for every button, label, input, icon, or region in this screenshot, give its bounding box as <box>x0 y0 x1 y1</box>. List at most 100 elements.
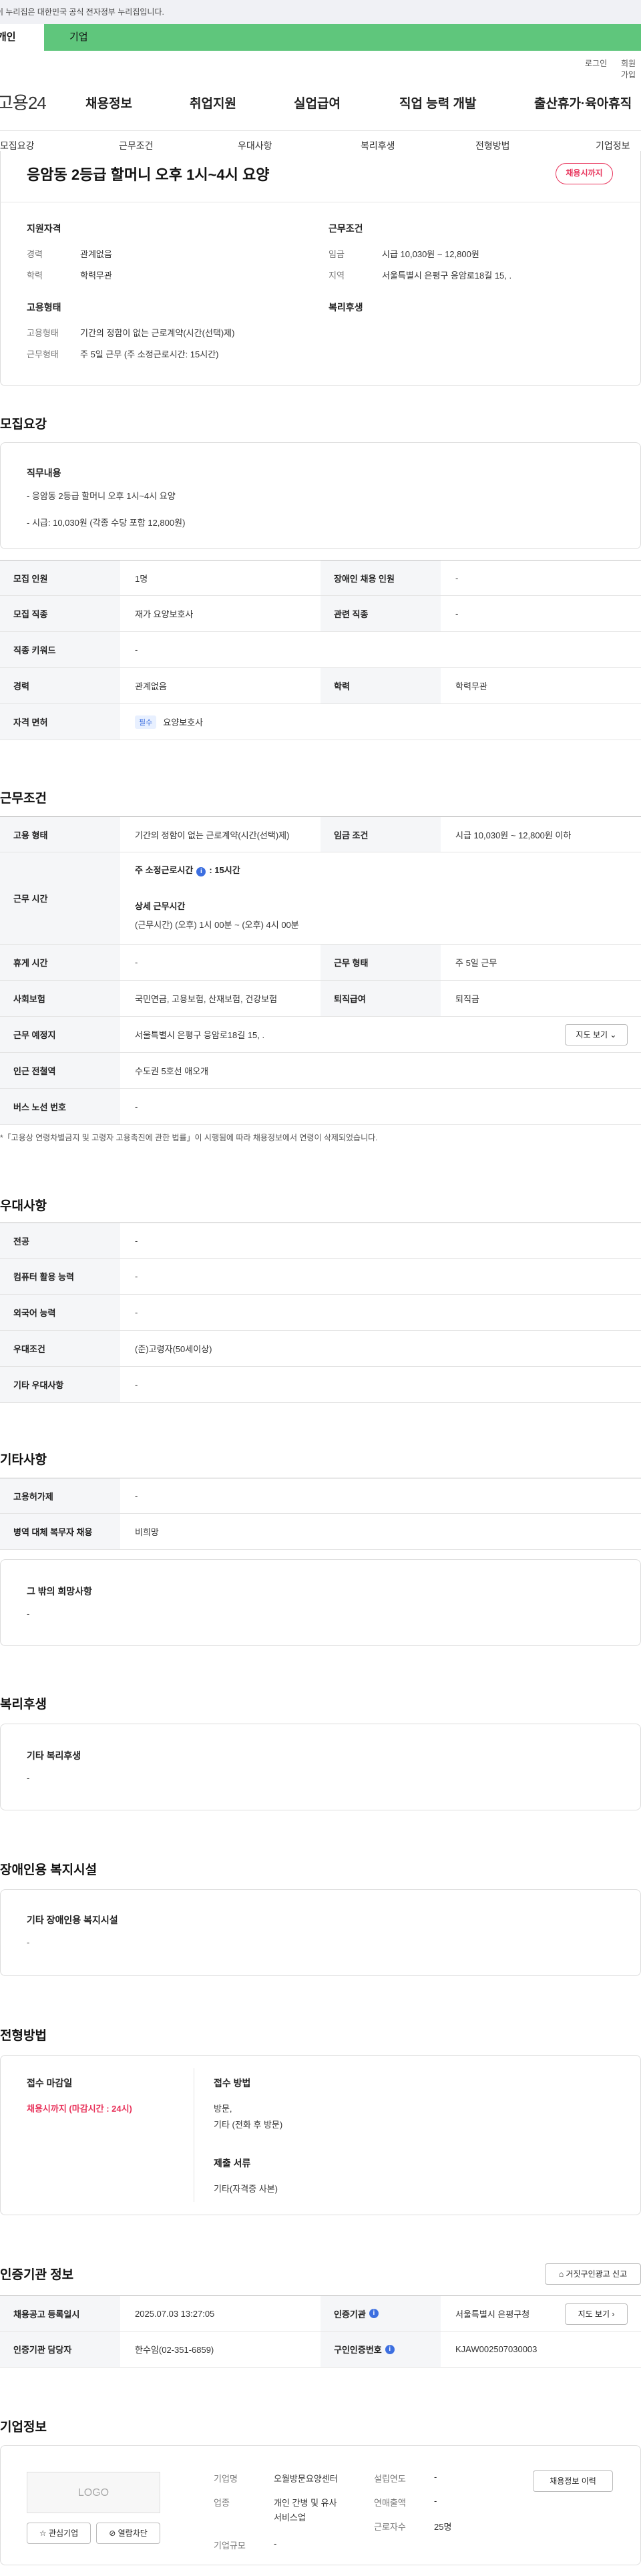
table-header-cell: 우대조건 <box>0 1331 120 1366</box>
join-link[interactable]: 회원가입 <box>621 57 641 80</box>
employment-type-heading: 고용형태 <box>27 302 61 313</box>
deadline-heading: 접수 마감일 <box>27 2078 73 2088</box>
tab-individual[interactable]: 개인 <box>0 24 44 51</box>
process-heading: 전형방법 <box>0 2029 47 2043</box>
table-cell: 1명 <box>135 573 148 584</box>
table-row: 휴게 시간 - 근무 형태 주 5일 근무 <box>0 945 641 981</box>
table-header-cell: 기타 우대사항 <box>0 1367 120 1402</box>
detail-hours-value: (근무시간) (오후) 1시 00분 ~ (오후) 4시 00분 <box>135 920 299 930</box>
etc-heading: 기타사항 <box>0 1453 47 1467</box>
qualification-heading: 지원자격 <box>27 223 61 234</box>
map-button[interactable]: 지도 보기 › <box>565 2303 628 2325</box>
block-icon: ⊘ <box>109 2529 116 2538</box>
table-cell: - <box>135 645 138 655</box>
table-row: 전공 - <box>0 1223 641 1259</box>
gnb-item-employment-support[interactable]: 취업지원 <box>190 94 236 112</box>
table-header-cell: 임금 조건 <box>320 817 441 852</box>
gnb-item-parental-leave[interactable]: 출산휴가·육아휴직 <box>534 94 632 112</box>
table-cell: 서울특별시 은평구청 <box>455 2309 530 2319</box>
table-header-cell: 사회보험 <box>0 981 120 1016</box>
section-nav-recruit[interactable]: 모집요강 <box>0 139 35 152</box>
table-cell: - <box>455 609 459 619</box>
table-row: 고용 형태 기간의 정함이 없는 근로계약(시간(선택)제) 임금 조건 시급 … <box>0 816 641 852</box>
chevron-right-icon: › <box>612 2309 615 2319</box>
info-icon[interactable]: i <box>385 2344 395 2354</box>
block-view-button[interactable]: ⊘ 열람차단 <box>96 2523 160 2544</box>
section-nav-welfare[interactable]: 복리후생 <box>361 139 395 152</box>
disabled-facility-card <box>0 1889 641 1976</box>
duty-line: - 시급: 10,030원 (각종 수당 포함 12,800원) <box>27 518 186 528</box>
recruit-heading: 모집요강 <box>0 418 47 432</box>
gnb-item-unemployment-benefit[interactable]: 실업급여 <box>294 94 341 112</box>
table-row: 경력 관계없음 학력 학력무관 <box>0 668 641 704</box>
established-value: - <box>434 2472 437 2482</box>
gnb-item-jobs[interactable]: 채용정보 <box>85 94 132 112</box>
company-size-label: 기업규모 <box>214 2541 246 2551</box>
company-industry-label: 업종 <box>214 2498 230 2508</box>
table-cell: 학력무관 <box>455 681 487 691</box>
method-value-line1: 방문, <box>214 2104 232 2114</box>
table-row: 버스 노선 번호 - <box>0 1089 641 1125</box>
table-cell: - <box>135 1102 138 1112</box>
table-cell: 국민연금, 고용보험, 산재보험, 건강보험 <box>135 994 278 1004</box>
cond-label-region: 지역 <box>329 271 345 281</box>
disabled-facility-heading: 장애인용 복지시설 <box>0 1863 97 1877</box>
weekly-hours-value: : 15시간 <box>209 865 240 875</box>
table-cell: 서울특별시 은평구 응암로18길 15, . <box>135 1030 265 1040</box>
section-nav-preference[interactable]: 우대사항 <box>238 139 272 152</box>
emp-label-type: 고용형태 <box>27 328 59 338</box>
table-header-cell: 인증기관 i <box>320 2296 441 2331</box>
table-row: 사회보험 국민연금, 고용보험, 산재보험, 건강보험 퇴직급여 퇴직금 <box>0 981 641 1017</box>
section-nav-work[interactable]: 근무조건 <box>119 139 154 152</box>
table-cell: 시급 10,030원 ~ 12,800원 이하 <box>455 830 572 840</box>
info-icon[interactable]: i <box>196 867 206 876</box>
favorite-company-button[interactable]: ☆ 관심기업 <box>27 2523 91 2544</box>
qual-label-education: 학력 <box>27 271 43 281</box>
table-cell: 퇴직금 <box>455 994 479 1004</box>
gnb-item-job-training[interactable]: 직업 능력 개발 <box>399 94 476 112</box>
table-header-cell: 병역 대체 복무자 채용 <box>0 1514 120 1549</box>
info-icon[interactable]: i <box>369 2309 379 2318</box>
cond-value-region: 서울특별시 은평구 응암로18길 15, . <box>382 271 512 281</box>
work-heading: 근무조건 <box>0 792 47 806</box>
welfare-box-heading: 기타 복리후생 <box>27 1750 81 1761</box>
section-nav-company[interactable]: 기업정보 <box>596 139 630 152</box>
map-button-label: 지도 보기 <box>576 1030 608 1039</box>
table-header-cell: 퇴직급여 <box>320 981 441 1016</box>
cert-id-label: 구인인증번호 <box>334 2345 382 2355</box>
table-header-cell: 외국어 능력 <box>0 1295 120 1330</box>
table-row: 근무 시간 주 소정근로시간 i: 15시간 상세 근무시간 (근무시간) (오후… <box>0 852 641 945</box>
login-link[interactable]: 로그인 <box>585 57 607 69</box>
company-name-value: 오월방문요양센터 <box>274 2474 338 2484</box>
table-cell: 2025.07.03 13:27:05 <box>135 2308 215 2319</box>
false-ad-report-button[interactable]: ⌂ 거짓구인광고 신고 <box>545 2263 641 2285</box>
table-row: 우대조건 (준)고령자(50세이상) <box>0 1331 641 1367</box>
established-label: 설립연도 <box>374 2474 406 2484</box>
user-type-tabs: 개인 기업 <box>0 24 641 51</box>
table-cell: - <box>135 957 138 967</box>
emp-value-form: 주 5일 근무 (주 소정근로시간: 15시간) <box>80 349 219 359</box>
cond-label-wage: 임금 <box>329 249 345 259</box>
other-wishes-card <box>0 1559 641 1646</box>
company-logo-placeholder: LOGO <box>27 2472 160 2513</box>
star-icon: ☆ <box>39 2529 47 2538</box>
deadline-value: 채용시까지 (마감시간 : 24시) <box>27 2104 132 2114</box>
table-header-cell: 휴게 시간 <box>0 945 120 980</box>
weekly-hours: 주 소정근로시간 i: 15시간 <box>135 863 240 876</box>
site-logo[interactable]: 고용24 <box>0 90 47 114</box>
welfare-card <box>0 1724 641 1810</box>
table-cell: 비희망 <box>135 1527 159 1537</box>
table-row: 모집 직종 재가 요양보호사 관련 직종 - <box>0 596 641 632</box>
tab-company[interactable]: 기업 <box>69 24 88 51</box>
table-header-cell: 구인인증번호 i <box>320 2331 441 2367</box>
map-button[interactable]: 지도 보기 ⌄ <box>565 1024 628 1045</box>
table-cell: 주 5일 근무 <box>455 958 497 968</box>
table-row: 고용허가제 - <box>0 1478 641 1514</box>
license-value: 요양보호사 <box>163 717 204 728</box>
table-header-cell: 근무 예정지 <box>0 1017 120 1052</box>
table-row: 외국어 능력 - <box>0 1295 641 1331</box>
recruit-history-button[interactable]: 채용정보 이력 <box>533 2470 613 2492</box>
section-nav-process[interactable]: 전형방법 <box>475 139 510 152</box>
table-cell: 수도권 5호선 애오개 <box>135 1066 209 1076</box>
table-cell: - <box>135 1380 138 1390</box>
